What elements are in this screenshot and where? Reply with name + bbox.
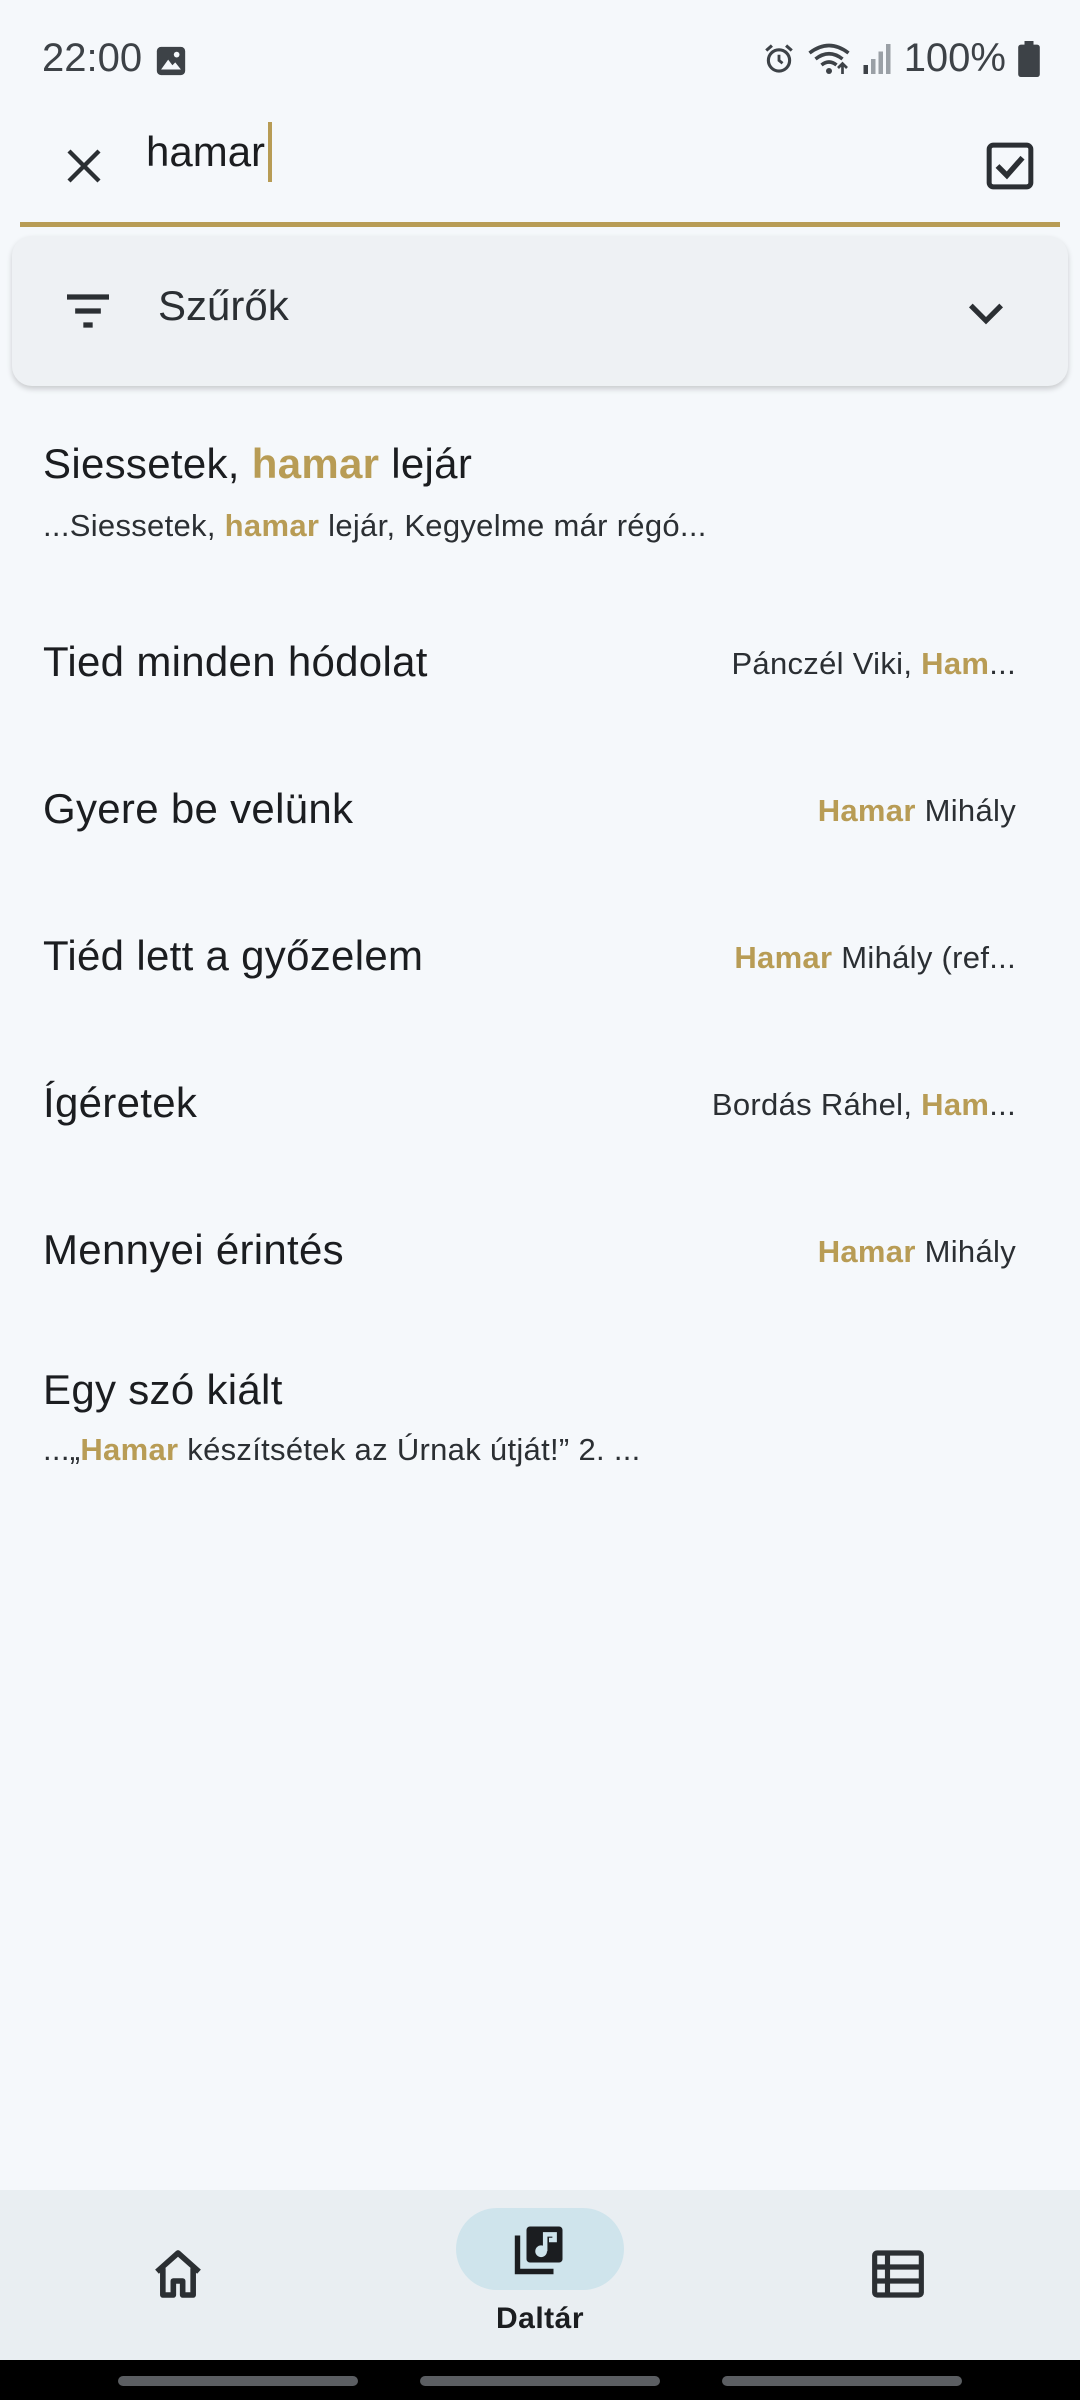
wifi-icon xyxy=(808,43,850,74)
gesture-segment xyxy=(420,2376,660,2386)
result-snippet: ...Siessetek, hamar lejár, Kegyelme már … xyxy=(43,508,707,544)
author-text: ... xyxy=(989,1087,1016,1122)
result-author: Pánczél Viki, Ham... xyxy=(731,646,1016,682)
filters-panel[interactable]: Szűrők xyxy=(12,236,1068,386)
filters-label: Szűrők xyxy=(158,282,289,329)
confirm-search-button[interactable] xyxy=(978,134,1042,198)
alarm-icon xyxy=(764,43,793,73)
status-bar: 22:00 100% xyxy=(0,0,1080,120)
nav-home[interactable] xyxy=(150,2190,210,2360)
result-author: Hamar Mihály xyxy=(818,793,1016,829)
image-notification-icon xyxy=(156,46,186,76)
music-library-icon xyxy=(514,2226,563,2275)
gesture-segment xyxy=(118,2376,358,2386)
result-title: Tied minden hódolat xyxy=(43,638,428,685)
system-gesture-bar xyxy=(0,2360,1080,2400)
result-author: Bordás Ráhel, Ham... xyxy=(712,1087,1016,1123)
text-cursor xyxy=(268,122,273,182)
snippet-text: ...Siessetek, xyxy=(43,508,225,543)
result-item[interactable]: Egy szó kiált ...„Hamar készítsétek az Ú… xyxy=(0,1354,1080,1504)
result-title: Tiéd lett a győzelem xyxy=(43,932,424,979)
filter-icon xyxy=(67,294,109,328)
snippet-highlight: hamar xyxy=(224,508,320,543)
checkbox-checked-icon xyxy=(986,142,1034,190)
result-author: Hamar Mihály xyxy=(818,1234,1016,1270)
result-item[interactable]: Tiéd lett a győzelem Hamar Mihály (ref..… xyxy=(0,920,1080,1020)
snippet-text: lejár, Kegyelme már régó... xyxy=(319,508,707,543)
nav-list[interactable] xyxy=(870,2190,930,2360)
close-icon xyxy=(67,149,101,183)
author-text: Pánczél Viki, xyxy=(731,646,922,681)
bottom-navigation: Daltár xyxy=(0,2190,1080,2360)
result-item[interactable]: Tied minden hódolat Pánczél Viki, Ham... xyxy=(0,626,1080,726)
status-time: 22:00 xyxy=(42,36,143,80)
result-item[interactable]: Ígéretek Bordás Ráhel, Ham... xyxy=(0,1067,1080,1167)
nav-library-label: Daltár xyxy=(495,2302,585,2335)
status-icons: 100% xyxy=(762,36,1040,81)
author-text: ... xyxy=(989,646,1016,681)
author-text: Mihály (ref... xyxy=(832,940,1016,975)
snippet-text: ...„ xyxy=(43,1432,81,1467)
author-text: Mihály xyxy=(915,793,1016,828)
battery-icon xyxy=(1018,40,1040,77)
title-text: lejár xyxy=(379,440,473,487)
author-highlight: Hamar xyxy=(734,940,833,975)
author-text: Bordás Ráhel, xyxy=(711,1087,922,1122)
result-title: Mennyei érintés xyxy=(43,1226,344,1273)
result-title: Ígéretek xyxy=(43,1079,198,1126)
gesture-segment xyxy=(722,2376,962,2386)
close-search-button[interactable] xyxy=(52,134,116,198)
result-author: Hamar Mihály (ref... xyxy=(734,940,1016,976)
result-item[interactable]: Mennyei érintés Hamar Mihály xyxy=(0,1214,1080,1314)
result-title: Egy szó kiált xyxy=(43,1366,283,1413)
author-highlight: Ham xyxy=(921,1087,990,1122)
search-query: hamar xyxy=(146,128,266,175)
chevron-down-icon xyxy=(968,303,1004,325)
author-highlight: Hamar xyxy=(817,793,916,828)
title-highlight: hamar xyxy=(251,440,380,487)
result-title: Gyere be velünk xyxy=(43,785,354,832)
signal-icon xyxy=(863,43,891,74)
home-icon xyxy=(155,2250,201,2298)
author-highlight: Hamar xyxy=(817,1234,916,1269)
search-underline xyxy=(20,222,1060,227)
result-title: Siessetek, hamar lejár xyxy=(43,440,472,488)
search-input[interactable]: hamar xyxy=(146,120,273,184)
result-item[interactable]: Gyere be velünk Hamar Mihály xyxy=(0,773,1080,873)
battery-percent: 100% xyxy=(903,36,1006,80)
snippet-highlight: Hamar xyxy=(80,1432,179,1467)
search-bar: hamar xyxy=(0,120,1080,226)
title-text: Siessetek, xyxy=(43,440,252,487)
nav-active-indicator xyxy=(456,2208,624,2290)
nav-library[interactable]: Daltár xyxy=(456,2190,624,2360)
result-item[interactable]: Siessetek, hamar lejár ...Siessetek, ham… xyxy=(0,430,1080,580)
result-snippet: ...„Hamar készítsétek az Úrnak útját!” 2… xyxy=(43,1432,641,1468)
author-highlight: Ham xyxy=(921,646,990,681)
author-text: Mihály xyxy=(915,1234,1016,1269)
list-icon xyxy=(872,2250,924,2298)
snippet-text: készítsétek az Úrnak útját!” 2. ... xyxy=(178,1432,641,1467)
